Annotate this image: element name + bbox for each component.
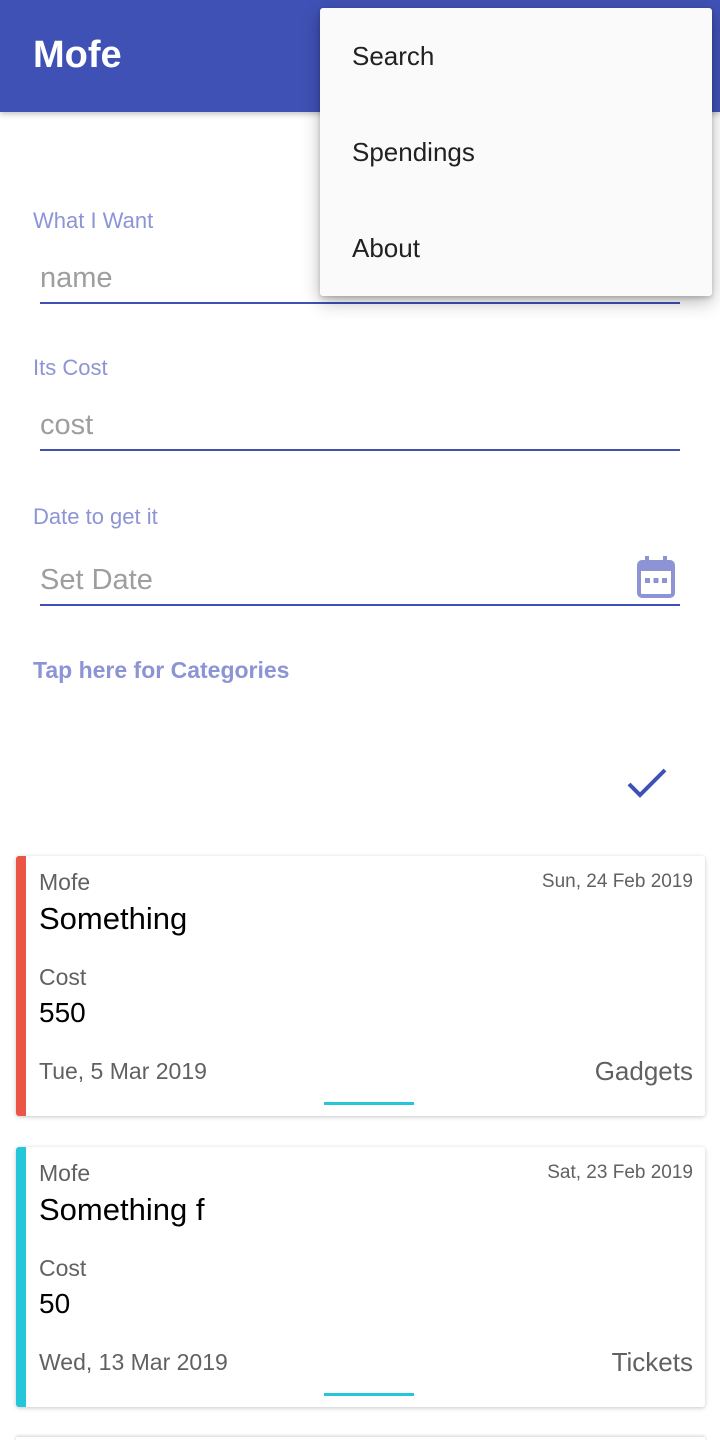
card-item-name: Something f xyxy=(39,1192,205,1227)
card-cost-label: Cost xyxy=(39,1255,87,1281)
card-target-date: Wed, 13 Mar 2019 xyxy=(39,1349,228,1375)
card-progress-bar xyxy=(324,1102,414,1105)
category-color-stripe xyxy=(16,856,26,1116)
card-progress-fill xyxy=(324,1102,414,1105)
date-label: Date to get it xyxy=(33,504,158,529)
card-category: Gadgets xyxy=(594,1056,693,1086)
card-owner: Mofe xyxy=(39,869,91,895)
card-cost-value: 550 xyxy=(39,997,86,1028)
card-progress-fill xyxy=(324,1393,414,1396)
card-cost-label: Cost xyxy=(39,964,87,990)
calendar-icon[interactable] xyxy=(637,556,675,598)
card-owner: Mofe xyxy=(39,1160,91,1186)
cost-input[interactable] xyxy=(40,401,680,451)
name-label: What I Want xyxy=(33,208,154,233)
card-created-date: Sun, 24 Feb 2019 xyxy=(541,871,693,892)
card-progress-bar xyxy=(324,1393,414,1396)
menu-item-spendings[interactable]: Spendings xyxy=(320,104,712,200)
menu-item-about[interactable]: About xyxy=(320,200,712,296)
card-created-date: Sat, 23 Feb 2019 xyxy=(547,1162,693,1183)
check-icon[interactable] xyxy=(626,766,668,802)
wish-card[interactable]: Mofe Sat, 23 Feb 2019 Something f Cost 5… xyxy=(16,1147,705,1407)
categories-link[interactable]: Tap here for Categories xyxy=(33,657,289,684)
wish-card[interactable]: Mofe Sun, 24 Feb 2019 Something Cost 550… xyxy=(16,856,705,1116)
menu-item-search[interactable]: Search xyxy=(320,8,712,104)
app-title: Mofe xyxy=(33,34,122,76)
card-category: Tickets xyxy=(611,1347,693,1377)
card-cost-value: 50 xyxy=(39,1288,71,1319)
category-color-stripe xyxy=(16,1147,26,1407)
card-target-date: Tue, 5 Mar 2019 xyxy=(39,1058,207,1084)
card-item-name: Something xyxy=(39,901,188,936)
overflow-menu: Search Spendings About xyxy=(320,8,712,296)
cost-label: Its Cost xyxy=(33,355,108,380)
date-input[interactable] xyxy=(40,556,680,606)
